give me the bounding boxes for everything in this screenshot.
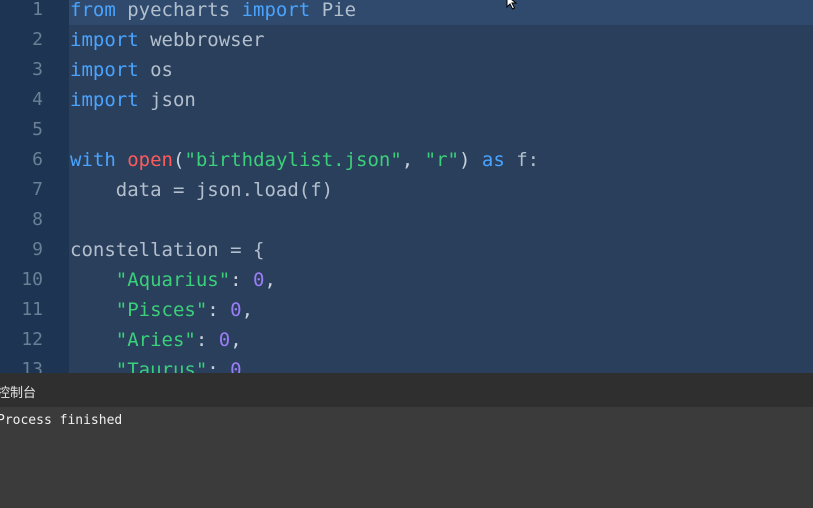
code-token: "Pisces" (115, 299, 208, 321)
code-token: , (230, 329, 242, 351)
code-line[interactable]: 3 import os (0, 55, 813, 85)
code-token: open (127, 149, 173, 171)
code-token: with (70, 149, 116, 171)
code-token: "r" (424, 149, 459, 171)
code-token: import (70, 29, 139, 51)
code-token: "birthdaylist.json" (184, 149, 402, 171)
line-number: 4 (32, 89, 43, 110)
code-token: as (481, 149, 505, 171)
code-token: import (70, 89, 139, 111)
code-token: 0 (253, 269, 265, 291)
code-token: constellation = { (70, 239, 265, 261)
line-number: 6 (32, 149, 43, 170)
code-token: webbrowser (138, 29, 265, 51)
code-token: import (241, 0, 311, 21)
code-token: 0 (230, 299, 242, 321)
console-output: Process finished (0, 413, 123, 428)
code-line[interactable]: 8 (0, 205, 813, 235)
code-token: "Aquarius" (115, 269, 231, 291)
code-token: pyecharts (115, 0, 242, 21)
console-header[interactable]: 控制台 (0, 373, 813, 408)
code-text: data = json.load(f) (69, 175, 813, 205)
code-token: , (241, 299, 254, 321)
line-number: 2 (32, 29, 43, 50)
console-title: 控制台 (0, 386, 37, 401)
code-text: import webbrowser (69, 25, 813, 55)
code-token: "Aries" (115, 329, 196, 351)
code-token: Pie (310, 0, 357, 21)
code-line[interactable]: 10 "Aquarius": 0, (0, 265, 813, 295)
code-token: data = json.load(f) (70, 179, 334, 201)
line-number: 5 (32, 119, 43, 140)
code-token: , (401, 149, 425, 171)
code-line[interactable]: 6 with open("birthdaylist.json", "r") as … (0, 145, 813, 175)
code-token: , (264, 269, 276, 291)
code-token: 0 (218, 329, 231, 351)
line-number: 12 (21, 329, 43, 350)
code-text: "Pisces": 0, (69, 295, 813, 325)
line-number: 8 (32, 209, 43, 230)
code-text: from pyecharts import Pie (69, 0, 813, 25)
code-text: "Aquarius": 0, (69, 265, 813, 295)
code-line[interactable]: 11 "Pisces": 0, (0, 295, 813, 325)
code-text: "Taurus": 0 (69, 355, 813, 373)
code-token: ( (172, 149, 185, 171)
code-line[interactable]: 5 (0, 115, 813, 145)
line-number: 1 (32, 0, 43, 20)
code-token: : (195, 329, 219, 351)
code-token: : (207, 299, 231, 321)
code-line[interactable]: 2 import webbrowser (0, 25, 813, 55)
line-number: 9 (32, 239, 43, 260)
code-token: from (70, 0, 116, 21)
console-panel[interactable]: Process finished (0, 407, 813, 508)
code-editor[interactable]: 1 from pyecharts import Pie 2 import webbro… (0, 0, 813, 373)
code-token: json (138, 89, 196, 111)
code-text: "Aries": 0, (69, 325, 813, 355)
mouse-pointer-icon (506, 0, 518, 10)
code-token: os (138, 59, 173, 81)
code-text: import json (69, 85, 813, 115)
ide-window: 1 from pyecharts import Pie 2 import webbro… (0, 0, 813, 508)
code-line[interactable]: 7 data = json.load(f) (0, 175, 813, 205)
code-text: with open("birthdaylist.json", "r") as f… (69, 145, 813, 175)
code-line[interactable]: 12 "Aries": 0, (0, 325, 813, 355)
code-token: : (207, 359, 231, 373)
code-text: import os (69, 55, 813, 85)
code-line[interactable]: 9 constellation = { (0, 235, 813, 265)
code-token: ) (459, 149, 482, 171)
code-line[interactable]: 1 from pyecharts import Pie (0, 0, 813, 25)
code-token: "Taurus" (115, 359, 208, 373)
code-token: f: (504, 149, 540, 171)
line-number: 10 (21, 269, 43, 290)
code-token: 0 (230, 359, 242, 373)
code-token: import (70, 59, 139, 81)
code-line[interactable]: 4 import json (0, 85, 813, 115)
line-number: 11 (21, 299, 43, 320)
code-text: constellation = { (69, 235, 813, 265)
line-number: 7 (32, 179, 43, 200)
code-line[interactable]: 13 "Taurus": 0 (0, 355, 813, 373)
line-number: 3 (32, 59, 43, 80)
line-number: 13 (21, 359, 43, 373)
code-token: : (230, 269, 254, 291)
